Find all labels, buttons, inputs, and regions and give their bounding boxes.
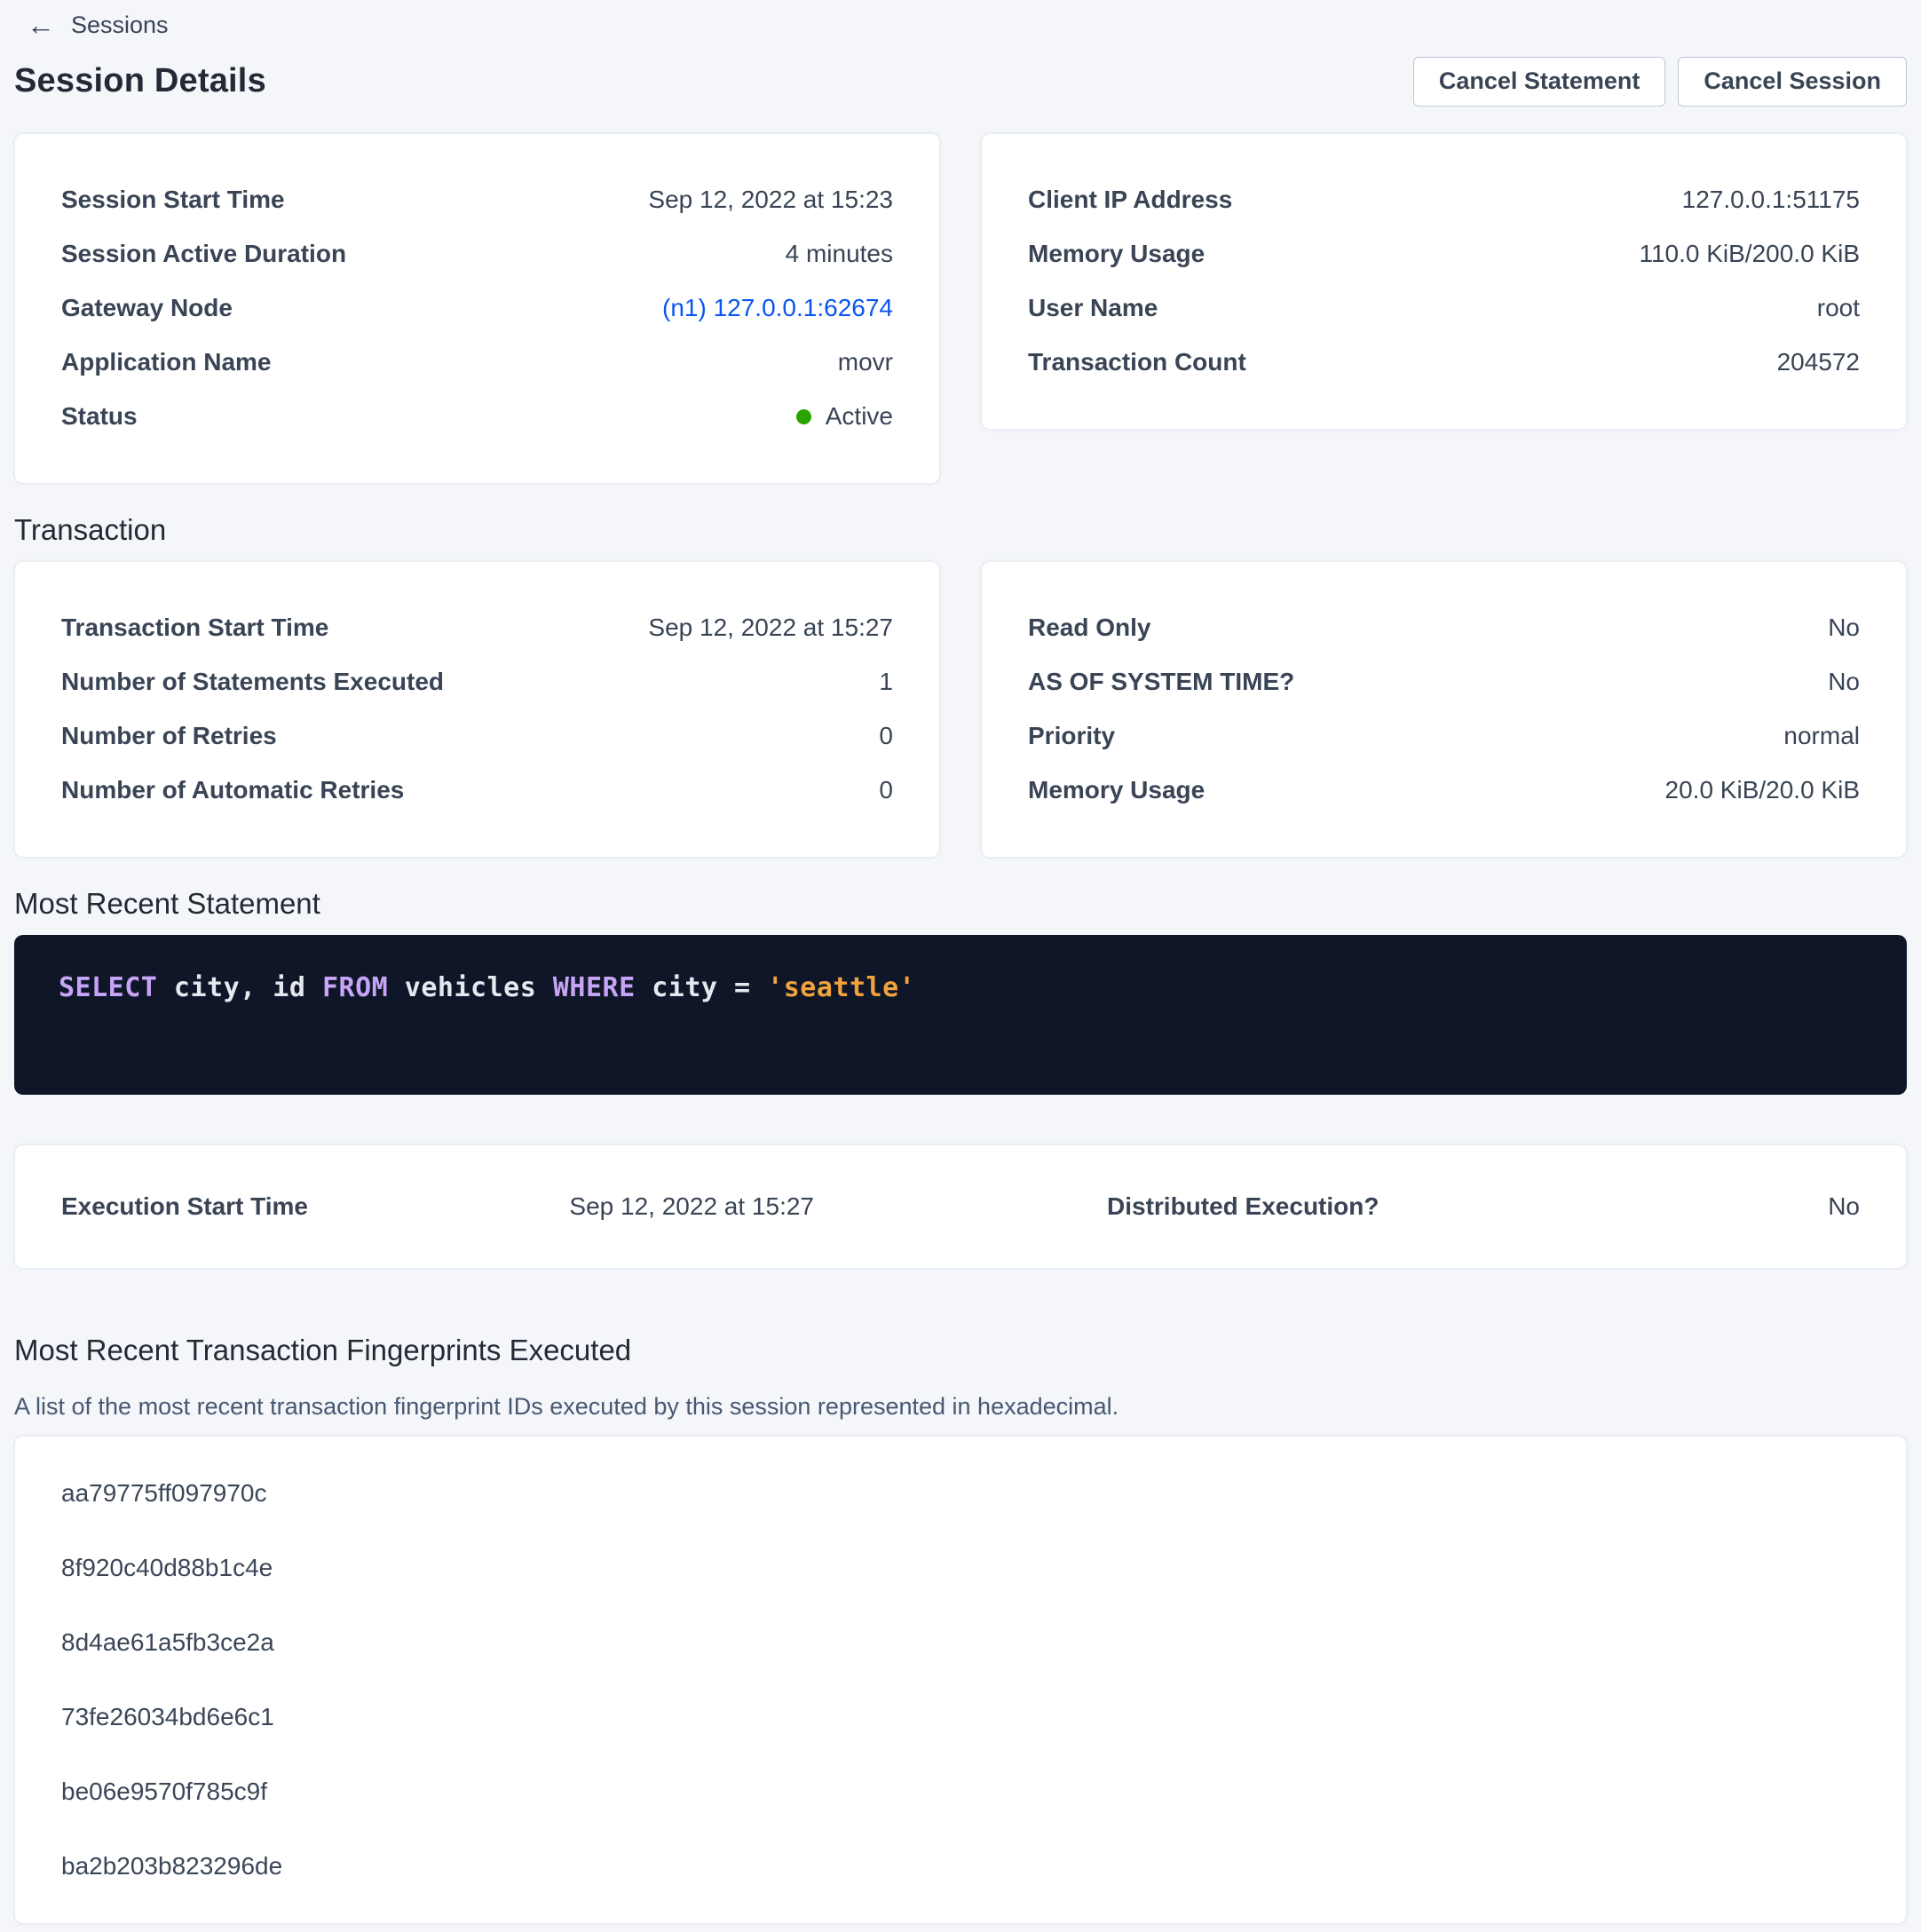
detail-value: No [1828, 1193, 1860, 1220]
detail-value: Sep 12, 2022 at 15:23 [648, 186, 893, 214]
detail-value: Sep 12, 2022 at 15:27 [569, 1193, 814, 1220]
detail-row: Number of Retries 0 [61, 709, 893, 764]
detail-value: 127.0.0.1:51175 [1682, 186, 1860, 214]
detail-label: Number of Retries [61, 722, 277, 750]
fingerprints-card: aa79775ff097970c 8f920c40d88b1c4e 8d4ae6… [14, 1436, 1907, 1924]
detail-label: AS OF SYSTEM TIME? [1028, 668, 1294, 696]
fingerprint-list-item: ba2b203b823296de [15, 1829, 1906, 1904]
detail-label: Gateway Node [61, 294, 233, 322]
detail-label: Transaction Start Time [61, 614, 328, 642]
detail-value: 0 [879, 722, 893, 750]
detail-value: No [1828, 668, 1860, 696]
cancel-session-button[interactable]: Cancel Session [1678, 57, 1907, 107]
detail-row: Client IP Address 127.0.0.1:51175 [1028, 173, 1860, 227]
detail-value: No [1828, 614, 1860, 642]
status-text: Active [826, 402, 893, 431]
detail-label: Number of Statements Executed [61, 668, 444, 696]
transaction-section-title: Transaction [14, 512, 1907, 548]
status-active-dot-icon [796, 409, 811, 424]
detail-label: Session Start Time [61, 186, 285, 214]
detail-row: Application Name movr [61, 336, 893, 390]
detail-label: User Name [1028, 294, 1158, 322]
arrow-left-icon: ← [27, 11, 55, 39]
detail-value: 1 [879, 668, 893, 696]
sql-text: city, id [157, 972, 322, 1003]
session-summary-row: Session Start Time Sep 12, 2022 at 15:23… [14, 133, 1907, 484]
transaction-card-left: Transaction Start Time Sep 12, 2022 at 1… [14, 561, 940, 858]
detail-row: Memory Usage 20.0 KiB/20.0 KiB [1028, 764, 1860, 818]
statement-section-title: Most Recent Statement [14, 886, 1907, 922]
detail-value: normal [1783, 722, 1860, 750]
execution-card: Execution Start Time Sep 12, 2022 at 15:… [14, 1144, 1907, 1269]
session-details-page: ← Sessions Session Details Cancel Statem… [0, 0, 1921, 1924]
detail-label: Memory Usage [1028, 776, 1205, 804]
detail-row: Read Only No [1028, 601, 1860, 655]
header-actions: Cancel Statement Cancel Session [1413, 57, 1907, 107]
detail-label: Number of Automatic Retries [61, 776, 404, 804]
fingerprints-section-description: A list of the most recent transaction fi… [14, 1391, 1907, 1421]
detail-label: Transaction Count [1028, 348, 1246, 376]
session-info-card-right: Client IP Address 127.0.0.1:51175 Memory… [981, 133, 1907, 430]
gateway-node-link[interactable]: (n1) 127.0.0.1:62674 [662, 294, 893, 322]
detail-value: 20.0 KiB/20.0 KiB [1665, 776, 1860, 804]
detail-value: 4 minutes [786, 240, 893, 268]
fingerprint-list-item: 8d4ae61a5fb3ce2a [15, 1605, 1906, 1680]
detail-label: Session Active Duration [61, 240, 346, 268]
session-info-card-left: Session Start Time Sep 12, 2022 at 15:23… [14, 133, 940, 484]
statement-sql-box: SELECT city, id FROM vehicles WHERE city… [14, 935, 1907, 1095]
fingerprint-list-item: 73fe26034bd6e6c1 [15, 1680, 1906, 1754]
detail-row: Memory Usage 110.0 KiB/200.0 KiB [1028, 227, 1860, 281]
detail-label: Application Name [61, 348, 271, 376]
sql-text: city = [636, 972, 768, 1003]
detail-row: Session Active Duration 4 minutes [61, 227, 893, 281]
fingerprint-list-item: 8f920c40d88b1c4e [15, 1531, 1906, 1605]
detail-row: Distributed Execution? No [1107, 1193, 1860, 1220]
detail-label: Status [61, 402, 138, 431]
detail-value: 110.0 KiB/200.0 KiB [1639, 240, 1860, 268]
detail-row: Number of Statements Executed 1 [61, 655, 893, 709]
detail-label: Priority [1028, 722, 1115, 750]
detail-row: Transaction Start Time Sep 12, 2022 at 1… [61, 601, 893, 655]
sql-keyword: SELECT [59, 972, 157, 1003]
detail-row: Execution Start Time Sep 12, 2022 at 15:… [61, 1193, 814, 1220]
back-link-label: Sessions [71, 12, 169, 39]
cancel-statement-button[interactable]: Cancel Statement [1413, 57, 1666, 107]
fingerprints-section-title: Most Recent Transaction Fingerprints Exe… [14, 1333, 1907, 1368]
detail-row: Gateway Node (n1) 127.0.0.1:62674 [61, 281, 893, 336]
detail-row: Transaction Count 204572 [1028, 336, 1860, 390]
sql-keyword: FROM [322, 972, 388, 1003]
detail-value: root [1817, 294, 1860, 322]
detail-label: Client IP Address [1028, 186, 1232, 214]
detail-label: Read Only [1028, 614, 1150, 642]
detail-label: Distributed Execution? [1107, 1193, 1379, 1220]
transaction-cards-row: Transaction Start Time Sep 12, 2022 at 1… [14, 561, 1907, 858]
detail-label: Memory Usage [1028, 240, 1205, 268]
sql-text: vehicles [388, 972, 553, 1003]
detail-row: Status Active [61, 390, 893, 444]
status-badge: Active [796, 402, 893, 431]
detail-value: 0 [879, 776, 893, 804]
fingerprint-list-item: aa79775ff097970c [15, 1456, 1906, 1531]
transaction-card-right: Read Only No AS OF SYSTEM TIME? No Prior… [981, 561, 1907, 858]
detail-value: movr [838, 348, 893, 376]
page-title: Session Details [14, 62, 266, 100]
detail-value: Sep 12, 2022 at 15:27 [648, 614, 893, 642]
detail-row: AS OF SYSTEM TIME? No [1028, 655, 1860, 709]
detail-row: Session Start Time Sep 12, 2022 at 15:23 [61, 173, 893, 227]
detail-row: Priority normal [1028, 709, 1860, 764]
fingerprint-list-item: be06e9570f785c9f [15, 1754, 1906, 1829]
detail-row: Number of Automatic Retries 0 [61, 764, 893, 818]
detail-value: 204572 [1777, 348, 1860, 376]
sql-string-literal: 'seattle' [767, 972, 915, 1003]
back-to-sessions-link[interactable]: ← Sessions [14, 0, 169, 39]
detail-row: User Name root [1028, 281, 1860, 336]
sql-keyword: WHERE [553, 972, 636, 1003]
page-header: Session Details Cancel Statement Cancel … [14, 57, 1907, 107]
detail-label: Execution Start Time [61, 1193, 308, 1220]
